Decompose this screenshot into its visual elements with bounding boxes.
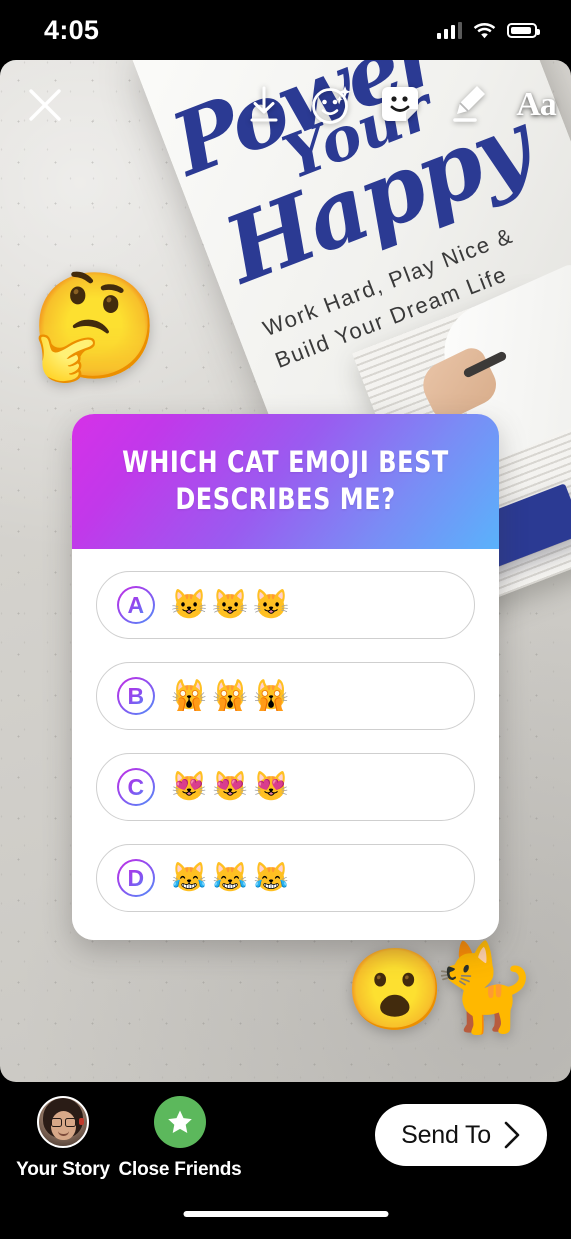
send-to-label: Send To — [401, 1120, 491, 1149]
avatar-glasses — [51, 1118, 76, 1127]
quiz-option-c[interactable]: C 😻😻😻 — [96, 753, 475, 822]
quiz-option-a[interactable]: A 😺😺😺 — [96, 571, 475, 640]
your-story-label: Your Story — [16, 1159, 110, 1180]
draw-marker-icon — [453, 86, 485, 122]
option-letter-a: A — [127, 591, 145, 618]
user-avatar — [37, 1096, 89, 1148]
wifi-icon — [473, 22, 496, 39]
option-letter-badge-d: D — [117, 859, 155, 898]
close-friends-button[interactable]: Close Friends — [118, 1096, 242, 1181]
your-story-button[interactable]: Your Story — [8, 1096, 118, 1181]
quiz-question: Which cat emoji best describes me? — [122, 445, 449, 516]
draw-button[interactable] — [441, 78, 495, 132]
quiz-option-b[interactable]: B 🙀🙀🙀 — [96, 662, 475, 731]
option-answer-d: 😹😹😹 — [171, 861, 295, 894]
option-letter-d: D — [127, 864, 145, 891]
download-icon — [250, 86, 278, 122]
close-friends-label: Close Friends — [118, 1159, 242, 1180]
story-canvas[interactable]: Founder of POPSUGAR Power Your Happy Wor… — [0, 60, 571, 1082]
status-bar: 4:05 — [0, 0, 571, 60]
toolbar-actions: Aa — [237, 78, 563, 132]
option-letter-badge-b: B — [117, 677, 155, 716]
close-friends-badge — [154, 1096, 206, 1148]
avatar-background-detail — [79, 1118, 84, 1125]
text-button[interactable]: Aa — [509, 78, 563, 132]
quiz-sticker[interactable]: Which cat emoji best describes me? A 😺😺😺… — [72, 414, 499, 941]
thinking-face-sticker[interactable]: 🤔 — [30, 275, 160, 379]
share-bar: Your Story Close Friends Send To — [0, 1082, 571, 1239]
instagram-story-editor-screen: 4:05 Founder of POPSUGAR Power Your — [0, 0, 571, 1239]
effects-button[interactable] — [305, 78, 359, 132]
cellular-signal-icon — [436, 21, 462, 39]
star-icon — [168, 1110, 192, 1133]
battery-icon — [507, 22, 540, 38]
save-button[interactable] — [237, 78, 291, 132]
sticker-button[interactable] — [373, 78, 427, 132]
sticker-icon — [382, 87, 418, 121]
option-letter-c: C — [127, 773, 145, 800]
home-indicator — [183, 1211, 388, 1217]
status-bar-icons — [436, 21, 540, 39]
quiz-options-list: A 😺😺😺 B 🙀🙀🙀 C 😻😻😻 D 😹😹😹 — [72, 549, 499, 941]
close-icon — [29, 89, 61, 121]
option-letter-badge-c: C — [117, 768, 155, 807]
close-button[interactable] — [22, 82, 68, 128]
status-bar-clock: 4:05 — [44, 14, 100, 45]
text-tool-icon: Aa — [516, 86, 557, 123]
option-letter-b: B — [127, 682, 145, 709]
cat-sticker[interactable]: 🐈 — [430, 945, 537, 1031]
chevron-right-icon — [504, 1121, 520, 1149]
quiz-option-d[interactable]: D 😹😹😹 — [96, 844, 475, 913]
quiz-header: Which cat emoji best describes me? — [72, 414, 499, 550]
option-answer-b: 🙀🙀🙀 — [171, 679, 295, 712]
story-editor-toolbar: Aa — [0, 60, 571, 152]
option-answer-a: 😺😺😺 — [171, 588, 295, 621]
option-letter-badge-a: A — [117, 586, 155, 625]
effects-sparkle-face-icon — [312, 86, 351, 124]
option-answer-c: 😻😻😻 — [171, 770, 295, 803]
send-to-button[interactable]: Send To — [375, 1104, 547, 1166]
